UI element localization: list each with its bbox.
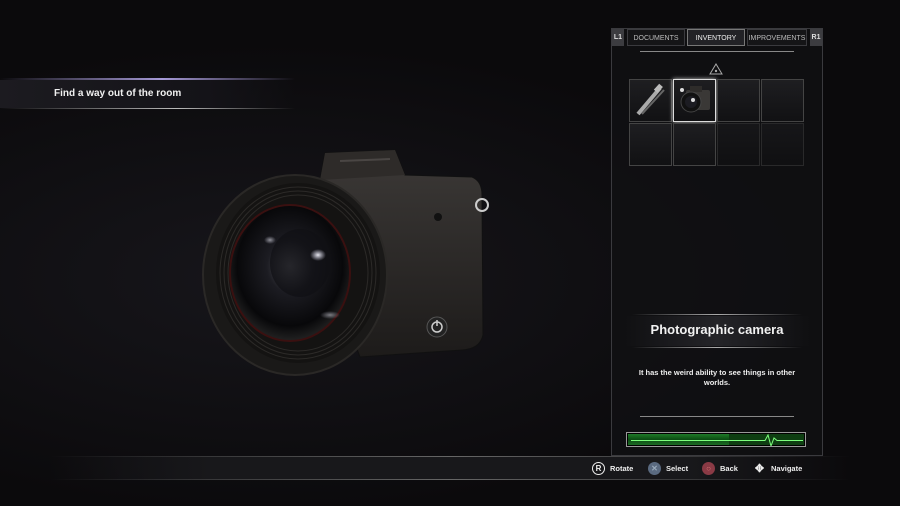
- navigate-label: Navigate: [771, 463, 803, 473]
- item-description: It has the weird ability to see things i…: [638, 368, 796, 387]
- heartbeat-icon: [631, 433, 803, 446]
- inventory-slot-1[interactable]: [629, 79, 672, 122]
- inventory-slot-4[interactable]: [761, 79, 804, 122]
- inventory-slot-6[interactable]: [673, 123, 716, 166]
- inventory-grid: [629, 79, 805, 167]
- tab-documents[interactable]: DOCUMENTS: [627, 29, 685, 46]
- item-name: Photographic camera: [650, 322, 784, 337]
- inventory-slot-5[interactable]: [629, 123, 672, 166]
- objective-banner: Find a way out of the room: [0, 78, 295, 109]
- tab-inventory[interactable]: INVENTORY: [687, 29, 745, 46]
- rotate-hint[interactable]: R Rotate: [592, 461, 633, 475]
- rotate-label: Rotate: [610, 463, 634, 473]
- select-label: Select: [666, 463, 689, 473]
- camera-model[interactable]: [200, 145, 495, 380]
- health-bar: [626, 432, 806, 447]
- tab-bar: L1 DOCUMENTS INVENTORY IMPROVEMENTS R1: [612, 29, 822, 46]
- cross-button-icon: ✕: [648, 461, 661, 475]
- navigate-hint[interactable]: ✥ Navigate: [753, 461, 802, 475]
- ornament-top: [640, 51, 794, 52]
- inventory-slot-3[interactable]: [717, 79, 760, 122]
- back-hint[interactable]: ○ Back: [702, 461, 738, 475]
- r1-key[interactable]: R1: [810, 29, 822, 46]
- dpad-icon: ✥: [754, 462, 765, 475]
- divider-line: [632, 314, 802, 315]
- select-hint[interactable]: ✕ Select: [648, 461, 688, 475]
- r-stick-icon: R: [592, 461, 605, 475]
- l1-key[interactable]: L1: [612, 29, 624, 46]
- inventory-panel: L1 DOCUMENTS INVENTORY IMPROVEMENTS R1 P…: [611, 28, 823, 456]
- camera-icon: [680, 86, 710, 113]
- ornament-bottom: [640, 416, 794, 417]
- objective-text: Find a way out of the room: [54, 88, 182, 99]
- inventory-slot-2[interactable]: [673, 79, 716, 122]
- tab-improvements[interactable]: IMPROVEMENTS: [747, 29, 807, 46]
- inventory-slot-8[interactable]: [761, 123, 804, 166]
- lockpick-icon: [636, 83, 665, 116]
- back-label: Back: [720, 463, 738, 473]
- controls-bar: R Rotate ✕ Select ○ Back ✥ Navigate: [50, 456, 850, 480]
- warning-triangle-icon: [709, 63, 723, 75]
- inventory-slot-7[interactable]: [717, 123, 760, 166]
- divider-line: [632, 347, 802, 348]
- circle-button-icon: ○: [702, 461, 715, 475]
